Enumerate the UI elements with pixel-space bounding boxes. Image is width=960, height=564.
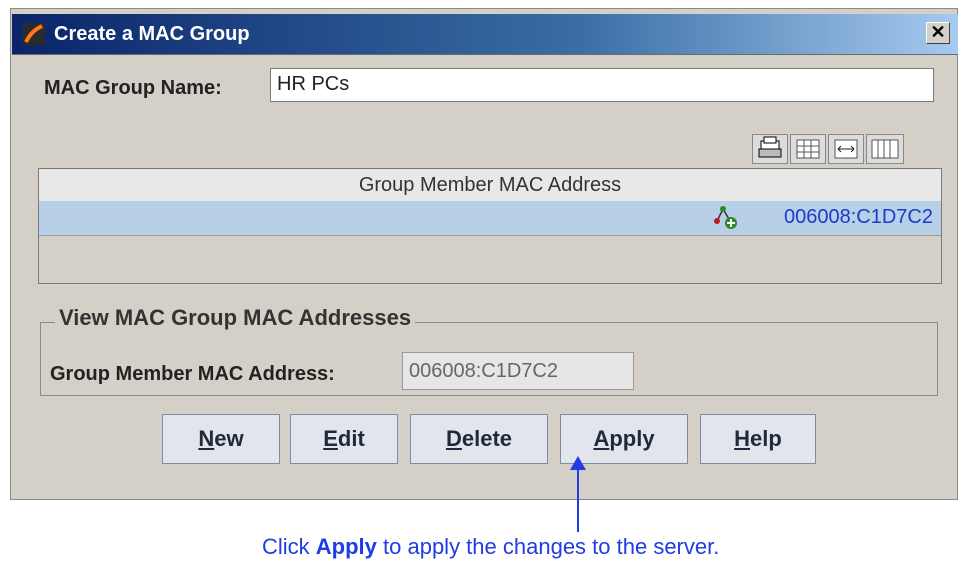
row-mac-address: 006008:C1D7C2 <box>784 206 933 228</box>
apply-mnemonic: A <box>593 426 610 451</box>
annotation-prefix: Click <box>262 534 316 559</box>
new-label: ew <box>214 426 244 451</box>
delete-mnemonic: D <box>445 426 462 451</box>
table-row[interactable]: 006008:C1D7C2 <box>39 201 941 236</box>
columns-button[interactable] <box>866 134 904 164</box>
column-resize-icon <box>834 139 858 159</box>
window-title: Create a MAC Group <box>54 23 250 45</box>
table-toolbar <box>752 134 942 166</box>
delete-label: elete <box>461 426 513 451</box>
delete-button[interactable]: Delete <box>410 414 548 464</box>
table-header[interactable]: Group Member MAC Address <box>39 169 941 202</box>
help-button[interactable]: Help <box>700 414 816 464</box>
app-icon <box>23 23 45 45</box>
network-add-icon <box>714 206 737 229</box>
title-bar: Create a MAC Group ✕ <box>12 14 958 55</box>
edit-label: dit <box>337 426 365 451</box>
group-name-label: MAC Group Name: <box>44 77 222 99</box>
edit-button[interactable]: Edit <box>290 414 398 464</box>
printer-icon <box>758 136 782 158</box>
resize-columns-button[interactable] <box>828 134 864 164</box>
table-view-button[interactable] <box>790 134 826 164</box>
annotation-text: Click Apply to apply the changes to the … <box>262 534 719 560</box>
table-icon <box>796 139 820 159</box>
mac-address-table: Group Member MAC Address 006008:C1D7C2 <box>38 168 942 284</box>
member-address-label: Group Member MAC Address: <box>50 363 335 385</box>
columns-icon <box>871 139 899 159</box>
fieldset-legend: View MAC Group MAC Addresses <box>55 305 416 331</box>
new-mnemonic: N <box>198 426 215 451</box>
edit-mnemonic: E <box>323 426 338 451</box>
annotation-suffix: to apply the changes to the server. <box>376 534 720 559</box>
group-name-input[interactable]: HR PCs <box>270 68 934 102</box>
print-button[interactable] <box>752 134 788 164</box>
new-button[interactable]: New <box>162 414 280 464</box>
help-label: elp <box>750 426 782 451</box>
close-icon: ✕ <box>930 22 946 42</box>
member-address-field: 006008:C1D7C2 <box>402 352 634 390</box>
help-mnemonic: H <box>734 426 751 451</box>
annotation-emphasis: Apply <box>315 534 377 559</box>
apply-label: pply <box>609 426 655 451</box>
close-button[interactable]: ✕ <box>926 22 950 44</box>
annotation-arrow <box>570 456 586 532</box>
